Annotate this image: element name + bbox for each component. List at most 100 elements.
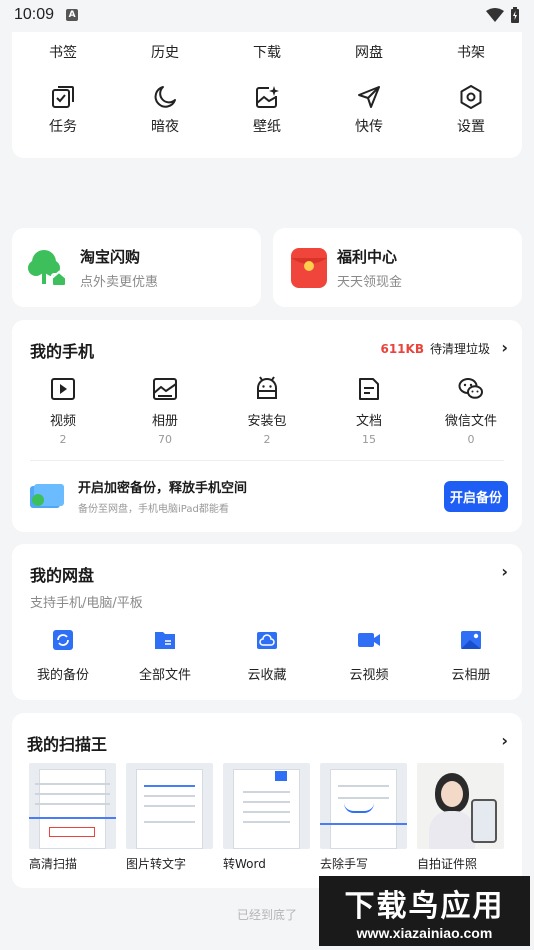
junk-label: 待清理垃圾 — [429, 342, 490, 356]
junk-cleanup-link[interactable]: 611KB 待清理垃圾 — [380, 340, 490, 357]
downloads-label: 下载 — [253, 45, 281, 61]
chevron-right-icon[interactable]: › — [501, 338, 508, 357]
cloud-album-label: 云相册 — [451, 668, 491, 683]
welfare-center-title: 福利中心 — [337, 247, 398, 266]
welfare-center-card[interactable]: 福利中心 天天领现金 — [273, 228, 522, 307]
notification-a-icon: A — [66, 9, 79, 21]
my-cloud-card: 我的网盘 › 支持手机/电脑/平板 我的备份 全部文件 云收藏 云视频 云相册 — [12, 544, 522, 700]
hd-scan-label: 高清扫描 — [29, 857, 78, 871]
cloud-collect-label: 云收藏 — [247, 668, 287, 683]
divider — [30, 460, 504, 461]
bookmarks-shortcut[interactable]: 书签 — [12, 42, 114, 62]
my-phone-title: 我的手机 — [30, 342, 95, 361]
my-cloud-subtitle: 支持手机/电脑/平板 — [30, 596, 143, 611]
phone-item-album[interactable]: 相册 70 — [114, 376, 216, 446]
task-shortcut[interactable]: 任务 — [12, 84, 114, 136]
document-icon — [359, 378, 379, 400]
my-scanner-title: 我的扫描王 — [27, 735, 108, 754]
status-time: 10:09 — [14, 6, 55, 23]
watermark-logo: 下载鸟应用 www.xiazainiao.com — [319, 876, 530, 946]
document-count: 15 — [362, 433, 376, 446]
image-to-text-label: 图片转文字 — [126, 857, 187, 871]
tree-icon — [28, 249, 67, 287]
image-to-text-thumbnail — [126, 763, 213, 849]
chevron-right-icon[interactable]: › — [501, 562, 508, 581]
backup-folder-icon — [30, 484, 64, 508]
video-label: 视频 — [49, 414, 76, 429]
quick-transfer-shortcut[interactable]: 快传 — [318, 84, 420, 136]
taobao-flash-subtitle: 点外卖更优惠 — [80, 274, 159, 290]
apk-label: 安装包 — [247, 414, 287, 429]
to-word-thumbnail — [223, 763, 310, 849]
remove-handwriting-label: 去除手写 — [320, 857, 369, 871]
cloud-video-label: 云视频 — [349, 668, 389, 683]
all-files-label: 全部文件 — [138, 668, 191, 683]
video-icon — [51, 378, 75, 400]
junk-size: 611KB — [380, 342, 424, 356]
history-shortcut[interactable]: 历史 — [114, 42, 216, 62]
my-cloud-title: 我的网盘 — [30, 566, 95, 585]
id-photo-thumbnail — [417, 763, 504, 849]
phone-item-document[interactable]: 文档 15 — [318, 376, 420, 446]
chevron-right-icon[interactable]: › — [501, 731, 508, 750]
backup-promo-subtitle: 备份至网盘，手机电脑iPad都能看 — [78, 504, 229, 515]
android-icon — [257, 376, 277, 399]
scan-item-to-word[interactable]: 转Word — [223, 763, 310, 872]
cloud-backup-label: 我的备份 — [36, 668, 89, 683]
task-label: 任务 — [49, 119, 77, 135]
cloud-album-icon — [461, 631, 481, 649]
cloud-item-all-files[interactable]: 全部文件 — [114, 628, 216, 683]
dark-mode-label: 暗夜 — [151, 119, 179, 135]
moon-icon — [154, 86, 176, 108]
backup-promo-title: 开启加密备份，释放手机空间 — [78, 481, 248, 496]
cloud-item-album[interactable]: 云相册 — [420, 628, 522, 683]
wechat-label: 微信文件 — [444, 414, 497, 429]
dark-mode-shortcut[interactable]: 暗夜 — [114, 84, 216, 136]
hd-scan-thumbnail — [29, 763, 116, 849]
red-envelope-icon — [291, 247, 327, 288]
id-photo-label: 自拍证件照 — [417, 857, 478, 871]
settings-icon — [460, 85, 482, 109]
album-count: 70 — [158, 433, 172, 446]
video-count: 2 — [59, 433, 67, 446]
scan-item-hd-scan[interactable]: 高清扫描 — [29, 763, 116, 872]
phone-item-wechat[interactable]: 微信文件 0 — [420, 376, 522, 446]
cloud-item-video[interactable]: 云视频 — [318, 628, 420, 683]
wechat-count: 0 — [467, 433, 475, 446]
bookshelf-shortcut[interactable]: 书架 — [420, 42, 522, 62]
remove-handwriting-thumbnail — [320, 763, 407, 849]
wallpaper-shortcut[interactable]: 壁纸 — [216, 84, 318, 136]
folder-icon — [155, 632, 175, 649]
cloud-item-backup[interactable]: 我的备份 — [12, 628, 114, 683]
watermark-line1: 下载鸟应用 — [344, 889, 505, 924]
task-icon — [52, 86, 74, 108]
settings-label: 设置 — [457, 119, 485, 135]
enable-backup-button[interactable]: 开启备份 — [443, 480, 508, 512]
scan-item-id-photo[interactable]: 自拍证件照 — [417, 763, 504, 872]
backup-promo-row: 开启加密备份，释放手机空间 备份至网盘，手机电脑iPad都能看 开启备份 — [30, 476, 508, 516]
taobao-flash-title: 淘宝闪购 — [80, 247, 141, 266]
album-label: 相册 — [151, 414, 178, 429]
phone-item-apk[interactable]: 安装包 2 — [216, 376, 318, 446]
cloud-item-collect[interactable]: 云收藏 — [216, 628, 318, 683]
cloud-video-icon — [358, 633, 380, 647]
album-icon — [153, 378, 177, 400]
scan-item-image-to-text[interactable]: 图片转文字 — [126, 763, 213, 872]
document-label: 文档 — [355, 414, 382, 429]
wechat-icon — [458, 378, 483, 399]
my-scanner-card: 我的扫描王 › 高清扫描 图片转文字 转Word 去除手写 自拍证件照 — [12, 713, 522, 888]
wallpaper-icon — [256, 86, 279, 108]
quick-transfer-label: 快传 — [355, 119, 383, 135]
history-label: 历史 — [151, 45, 179, 61]
watermark-line2: www.xiazainiao.com — [356, 925, 493, 941]
netdisk-shortcut[interactable]: 网盘 — [318, 42, 420, 62]
phone-item-video[interactable]: 视频 2 — [12, 376, 114, 446]
scan-item-remove-handwriting[interactable]: 去除手写 — [320, 763, 407, 872]
downloads-shortcut[interactable]: 下载 — [216, 42, 318, 62]
settings-shortcut[interactable]: 设置 — [420, 84, 522, 136]
backup-icon — [53, 630, 73, 650]
taobao-flash-card[interactable]: 淘宝闪购 点外卖更优惠 — [12, 228, 261, 307]
paper-plane-icon — [358, 86, 380, 108]
my-phone-card: 我的手机 611KB 待清理垃圾 › 视频 2 相册 70 安装包 2 文档 15… — [12, 320, 522, 532]
quick-access-card: 书签 历史 下载 网盘 书架 任务 暗夜 壁纸 快传 设置 — [12, 32, 522, 158]
